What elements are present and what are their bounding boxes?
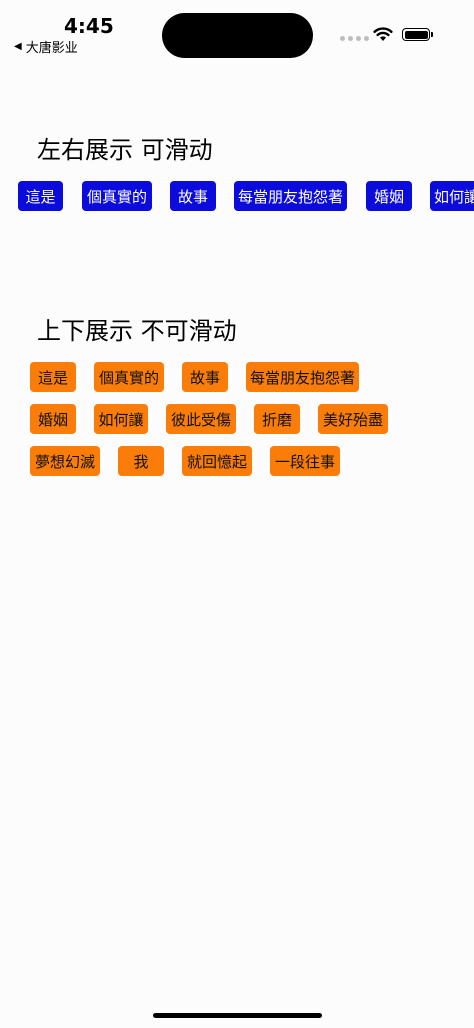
horizontal-tag[interactable]: 這是	[18, 181, 63, 211]
horizontal-tag[interactable]: 故事	[170, 181, 216, 211]
horizontal-section-title: 左右展示 可滑动	[37, 136, 213, 164]
horizontal-tag[interactable]: 如何讓	[430, 181, 474, 211]
vertical-section-title: 上下展示 不可滑动	[37, 317, 237, 345]
vertical-tag[interactable]: 這是	[30, 362, 76, 392]
vertical-tag[interactable]: 夢想幻滅	[30, 446, 100, 476]
battery-icon	[402, 28, 433, 41]
status-time: 4:45	[64, 14, 114, 38]
vertical-tag[interactable]: 如何讓	[94, 404, 148, 434]
vertical-tag[interactable]: 每當朋友抱怨著	[246, 362, 359, 392]
back-to-app-button[interactable]: ◀ 大唐影业	[14, 37, 78, 56]
vertical-tag[interactable]: 美好殆盡	[318, 404, 388, 434]
horizontal-tag[interactable]: 婚姻	[366, 181, 412, 211]
back-app-label: 大唐影业	[25, 41, 78, 56]
horizontal-tag[interactable]: 個真實的	[82, 181, 152, 211]
wifi-icon	[373, 27, 393, 41]
vertical-tag[interactable]: 折磨	[254, 404, 300, 434]
vertical-tag[interactable]: 我	[118, 446, 164, 476]
status-bar: 4:45 ◀ 大唐影业	[0, 0, 474, 60]
vertical-tag[interactable]: 一段往事	[270, 446, 340, 476]
dynamic-island	[162, 13, 313, 58]
signal-dots-icon	[340, 36, 369, 41]
vertical-tag[interactable]: 就回憶起	[182, 446, 252, 476]
vertical-tag[interactable]: 個真實的	[94, 362, 164, 392]
vertical-tag[interactable]: 彼此受傷	[166, 404, 236, 434]
horizontal-tag[interactable]: 每當朋友抱怨著	[234, 181, 347, 211]
vertical-tag[interactable]: 婚姻	[30, 404, 76, 434]
back-arrow-icon: ◀	[14, 41, 22, 52]
vertical-tag[interactable]: 故事	[182, 362, 228, 392]
home-indicator[interactable]	[153, 1013, 322, 1018]
